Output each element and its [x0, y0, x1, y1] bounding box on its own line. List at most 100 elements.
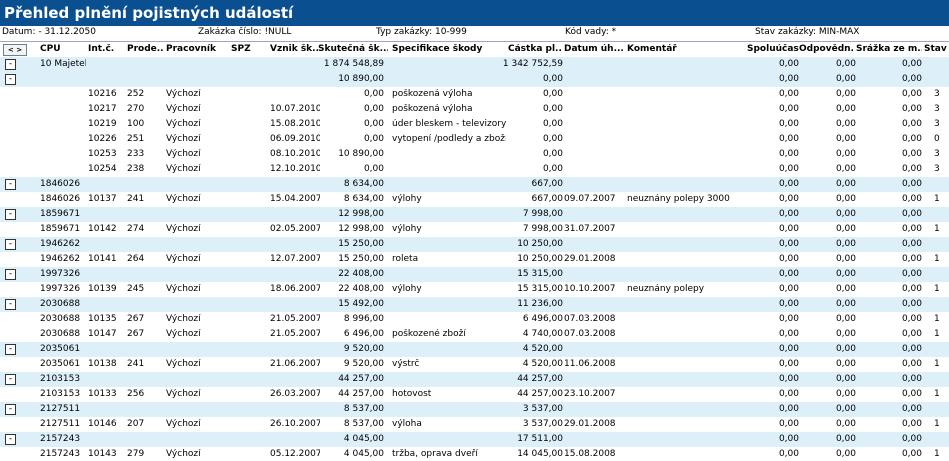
cell-datum: 15.08.2008	[564, 449, 616, 459]
cell-specifikace: poškozená výloha	[392, 89, 473, 99]
report-title: Přehled plnění pojistných událostí	[4, 4, 294, 22]
table-row[interactable]: 1859671 10142 274 Výchozí 02.05.2007 12 998,0…	[0, 222, 949, 237]
col-header-odpovednost[interactable]: Odpovědn...	[799, 44, 855, 54]
group-row[interactable]: - 2030688 15 492,00 11 236,00 0,00 0,00 0,00	[0, 297, 949, 312]
cell-odpovednost: 0,00	[835, 314, 856, 324]
col-header-skutecna[interactable]: Skutečná šk...	[318, 44, 388, 54]
col-header-prode[interactable]: Prode...	[127, 44, 164, 54]
cell-pracovnik: Výchozí	[166, 89, 201, 99]
cell-odpovednost: 0,00	[835, 269, 856, 279]
collapse-toggle-button[interactable]: -	[5, 239, 16, 250]
group-row[interactable]: - 1997326 22 408,00 15 315,00 0,00 0,00 0,00	[0, 267, 949, 282]
cell-spoluucast: 0,00	[778, 344, 799, 354]
table-row[interactable]: 10253 233 Výchozí 08.10.2010 10 890,00 0,00 0,…	[0, 147, 949, 162]
cell-castka: 1 342 752,59	[502, 59, 563, 69]
cell-datum: 07.03.2008	[564, 329, 616, 339]
cell-skutecna: 44 257,00	[338, 374, 384, 384]
collapse-toggle-button[interactable]: -	[5, 299, 16, 310]
cell-prode: 267	[127, 314, 145, 324]
cell-skutecna: 15 250,00	[338, 239, 384, 249]
cell-cpu: 1846026	[40, 194, 81, 204]
group-row[interactable]: - 10 Majetek 1 874 548,89 1 342 752,59 0,00 0…	[0, 57, 949, 72]
cell-spoluucast: 0,00	[778, 419, 799, 429]
collapse-toggle-button[interactable]: -	[5, 74, 16, 85]
table-row[interactable]: 2103153 10133 256 Výchozí 26.03.2007 44 257,0…	[0, 387, 949, 402]
table-row[interactable]: 10217 270 Výchozí 10.07.2010 0,00 poškozená v…	[0, 102, 949, 117]
table-row[interactable]: 2035061 10138 241 Výchozí 21.06.2007 9 520,00…	[0, 357, 949, 372]
col-header-cpu[interactable]: ČPU	[40, 44, 85, 54]
table-row[interactable]: 1846026 10137 241 Výchozí 15.04.2007 8 634,00…	[0, 192, 949, 207]
cell-odpovednost: 0,00	[835, 194, 856, 204]
cell-spoluucast: 0,00	[778, 389, 799, 399]
filter-stav: Stav zakázky: MIN-MAX	[755, 27, 860, 37]
col-header-int[interactable]: Int.č.	[88, 44, 126, 54]
table-row[interactable]: 10219 100 Výchozí 15.08.2010 0,00 úder bleske…	[0, 117, 949, 132]
group-row[interactable]: - 2103153 44 257,00 44 257,00 0,00 0,00 0,00	[0, 372, 949, 387]
cell-srazka: 0,00	[901, 314, 922, 324]
cell-odpovednost: 0,00	[835, 149, 856, 159]
cell-vznik: 21.05.2007	[270, 329, 320, 339]
collapse-toggle-button[interactable]: -	[5, 59, 16, 70]
col-header-spz[interactable]: SPZ	[231, 44, 267, 54]
cell-cpu: 2157243	[40, 449, 81, 459]
group-row[interactable]: - 10 890,00 0,00 0,00 0,00 0,00	[0, 72, 949, 87]
collapse-toggle-button[interactable]: -	[5, 269, 16, 280]
collapse-toggle-button[interactable]: -	[5, 404, 16, 415]
cell-cpu: 1859671	[40, 224, 81, 234]
filter-typ: Typ zakázky: 10-999	[376, 27, 467, 37]
collapse-toggle-button[interactable]: -	[5, 434, 16, 445]
group-row[interactable]: - 2127511 8 537,00 3 537,00 0,00 0,00 0,00	[0, 402, 949, 417]
table-row[interactable]: 2030688 10135 267 Výchozí 21.05.2007 8 996,00…	[0, 312, 949, 327]
cell-int: 10133	[88, 389, 117, 399]
cell-castka: 6 496,00	[522, 314, 563, 324]
cell-datum: 31.07.2007	[564, 224, 616, 234]
col-header-pracovnik[interactable]: Pracovník	[166, 44, 228, 54]
table-row[interactable]: 1997326 10139 245 Výchozí 18.06.2007 22 408,0…	[0, 282, 949, 297]
collapse-toggle-button[interactable]: -	[5, 344, 16, 355]
cell-spoluucast: 0,00	[778, 299, 799, 309]
collapse-toggle-button[interactable]: -	[5, 374, 16, 385]
col-header-komentar[interactable]: Komentář	[627, 44, 747, 54]
group-row[interactable]: - 2157243 4 045,00 17 511,00 0,00 0,00 0,00	[0, 432, 949, 447]
cell-specifikace: výlohy	[392, 194, 422, 204]
cell-castka: 15 315,00	[517, 284, 563, 294]
column-nav-button[interactable]: < >	[3, 44, 27, 56]
cell-specifikace: vytopení /podledy a zboží	[392, 134, 506, 144]
cell-srazka: 0,00	[901, 164, 922, 174]
cell-srazka: 0,00	[901, 209, 922, 219]
group-row[interactable]: - 1859671 12 998,00 7 998,00 0,00 0,00 0,00	[0, 207, 949, 222]
table-row[interactable]: 1946262 10141 264 Výchozí 12.07.2007 15 250,0…	[0, 252, 949, 267]
cell-odpovednost: 0,00	[835, 254, 856, 264]
cell-stav: 3	[934, 89, 940, 99]
table-row[interactable]: 10254 238 Výchozí 12.10.2010 0,00 0,00 0,00 0,0…	[0, 162, 949, 177]
cell-skutecna: 22 408,00	[338, 284, 384, 294]
cell-cpu: 2030688	[40, 299, 81, 309]
table-row[interactable]: 2030688 10147 267 Výchozí 21.05.2007 6 496,00…	[0, 327, 949, 342]
table-row[interactable]: 10226 251 Výchozí 06.09.2010 0,00 vytopení /p…	[0, 132, 949, 147]
cell-spoluucast: 0,00	[778, 149, 799, 159]
cell-pracovnik: Výchozí	[166, 284, 201, 294]
col-header-stav[interactable]: Stav	[924, 44, 949, 54]
col-header-srazka[interactable]: Srážka ze m...	[856, 44, 922, 54]
cell-srazka: 0,00	[901, 449, 922, 459]
table-row[interactable]: 10216 252 Výchozí 0,00 poškozená výloha 0,00 0…	[0, 87, 949, 102]
col-header-vznik[interactable]: Vznik šk...	[270, 44, 318, 54]
col-header-datum[interactable]: Datum úh...	[564, 44, 624, 54]
col-header-castka[interactable]: Částka pl...	[508, 44, 562, 54]
group-row[interactable]: - 1946262 15 250,00 10 250,00 0,00 0,00 0,00	[0, 237, 949, 252]
col-header-specifikace[interactable]: Specifikace škody	[392, 44, 504, 54]
cell-srazka: 0,00	[901, 299, 922, 309]
cell-vznik: 18.06.2007	[270, 284, 320, 294]
cell-odpovednost: 0,00	[835, 179, 856, 189]
table-row[interactable]: 2127511 10146 207 Výchozí 26.10.2007 8 537,00…	[0, 417, 949, 432]
collapse-toggle-button[interactable]: -	[5, 209, 16, 220]
col-header-spoluucast[interactable]: Spoluúčast	[747, 44, 799, 54]
cell-prode: 233	[127, 149, 145, 159]
collapse-toggle-button[interactable]: -	[5, 179, 16, 190]
cell-skutecna: 10 890,00	[338, 74, 384, 84]
cell-skutecna: 8 996,00	[343, 314, 384, 324]
group-row[interactable]: - 1846026 8 634,00 667,00 0,00 0,00 0,00	[0, 177, 949, 192]
group-row[interactable]: - 2035061 9 520,00 4 520,00 0,00 0,00 0,00	[0, 342, 949, 357]
table-row[interactable]: 2157243 10143 279 Výchozí 05.12.2007 4 045,00…	[0, 447, 949, 461]
cell-prode: 274	[127, 224, 145, 234]
